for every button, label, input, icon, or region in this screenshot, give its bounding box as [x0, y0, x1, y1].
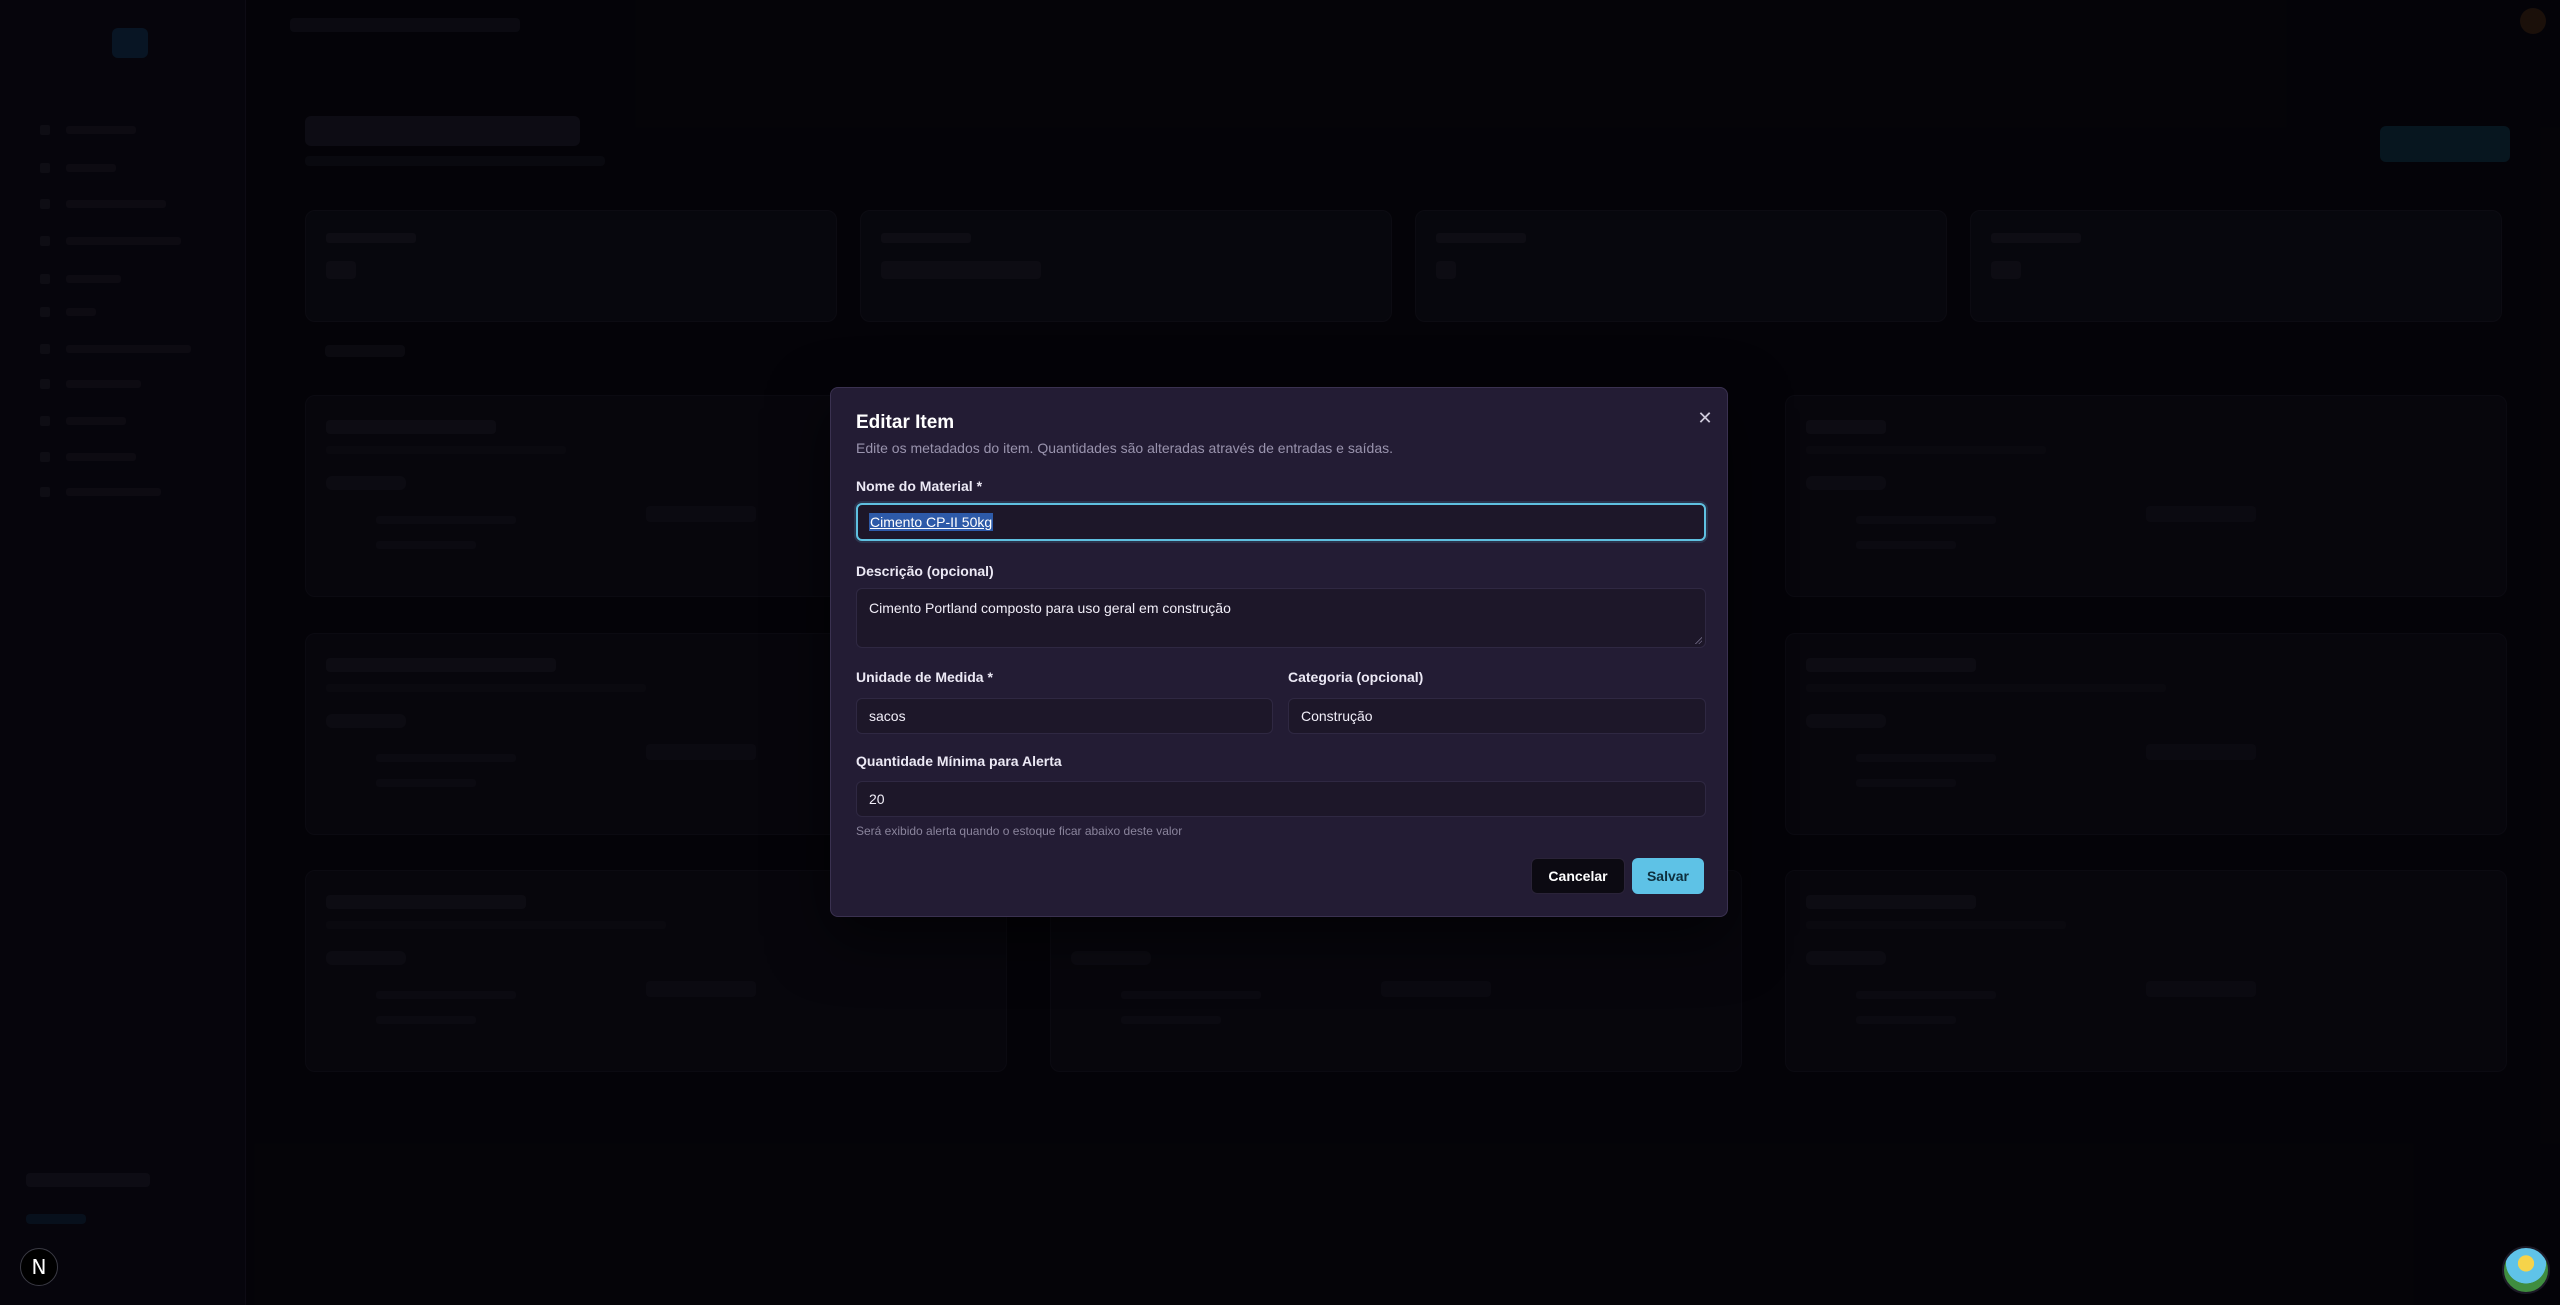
close-icon[interactable]: ✕ [1695, 408, 1715, 428]
unit-value: sacos [869, 708, 906, 724]
selected-text: Cimento CP-II 50kg [869, 513, 994, 531]
min-quantity-label: Quantidade Mínima para Alerta [856, 753, 1062, 769]
framework-badge-icon[interactable]: N [20, 1248, 58, 1286]
dialog-title: Editar Item [856, 412, 955, 433]
unit-input[interactable]: sacos [856, 698, 1273, 734]
description-textarea[interactable]: Cimento Portland composto para uso geral… [856, 588, 1706, 648]
assistant-avatar-icon[interactable] [2502, 1246, 2550, 1294]
min-quantity-input[interactable]: 20 [856, 781, 1706, 817]
category-input[interactable]: Construção [1288, 698, 1706, 734]
resize-handle-icon[interactable] [1694, 636, 1702, 644]
category-value: Construção [1301, 708, 1373, 724]
unit-label: Unidade de Medida * [856, 669, 993, 685]
edit-item-dialog: Editar Item Edite os metadados do item. … [830, 387, 1728, 917]
material-name-input[interactable]: Cimento CP-II 50kg [856, 503, 1706, 541]
description-value: Cimento Portland composto para uso geral… [869, 600, 1231, 616]
material-name-label: Nome do Material * [856, 478, 983, 494]
dialog-description: Edite os metadados do item. Quantidades … [856, 440, 1393, 456]
min-quantity-hint: Será exibido alerta quando o estoque fic… [856, 824, 1183, 838]
category-label: Categoria (opcional) [1288, 669, 1424, 685]
min-quantity-value: 20 [869, 791, 885, 807]
save-button[interactable]: Salvar [1632, 858, 1704, 894]
cancel-button[interactable]: Cancelar [1531, 858, 1625, 894]
description-label: Descrição (opcional) [856, 563, 994, 579]
